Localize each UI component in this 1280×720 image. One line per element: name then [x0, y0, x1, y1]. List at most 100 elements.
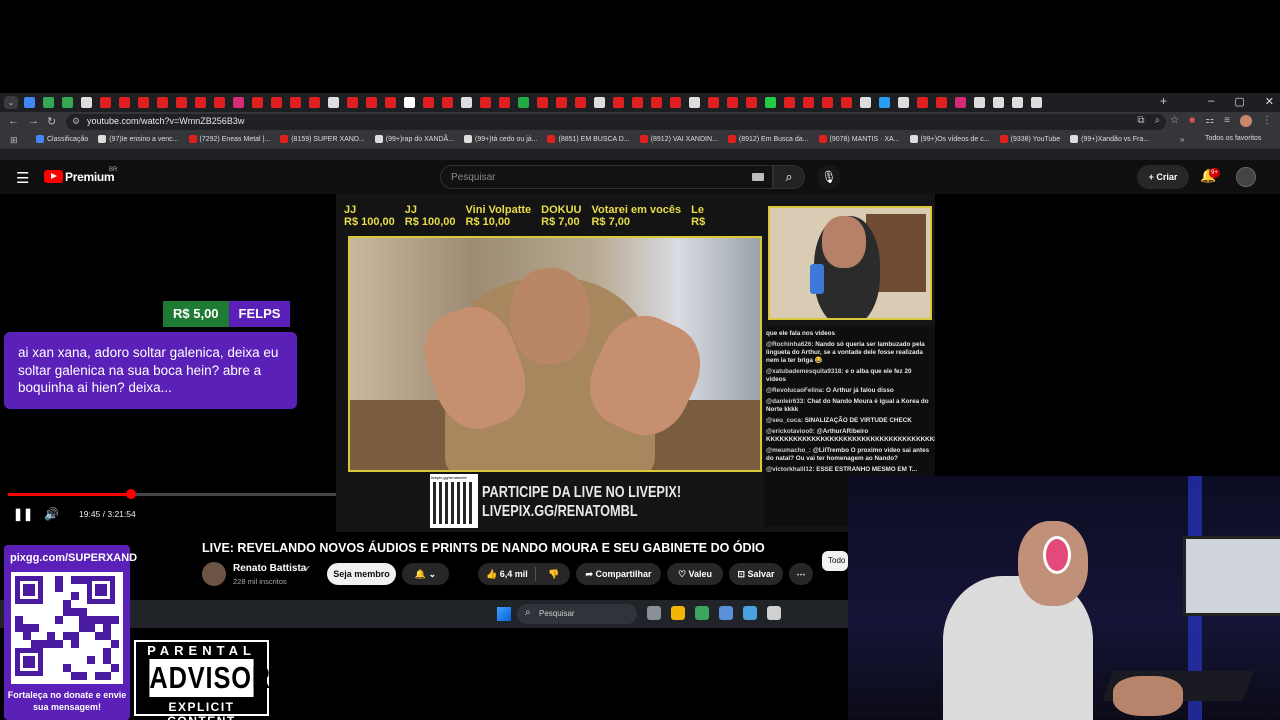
tab-favicon[interactable] [461, 97, 472, 108]
tab-favicon[interactable] [347, 97, 358, 108]
taskbar-app-icon[interactable] [743, 606, 757, 620]
tab-favicon[interactable] [803, 97, 814, 108]
share-button[interactable]: ➦ Compartilhar [576, 563, 661, 585]
youtube-logo-icon[interactable] [44, 170, 63, 183]
join-member-button[interactable]: Seja membro [327, 563, 396, 585]
tab-favicon[interactable] [252, 97, 263, 108]
livestream-video[interactable]: JJ R$ 100,00 JJ R$ 100,00 Vini Volpatte R$ 10… [336, 194, 935, 532]
voice-search-button[interactable]: 🎙 [817, 165, 841, 189]
tab-favicon[interactable] [499, 97, 510, 108]
progress-scrubber[interactable] [125, 489, 136, 499]
back-button[interactable]: ← [8, 115, 19, 127]
thanks-button[interactable]: ♡ Valeu [667, 563, 723, 585]
tab-favicon[interactable] [518, 97, 529, 108]
tab-favicon[interactable] [993, 97, 1004, 108]
tab-favicon[interactable] [822, 97, 833, 108]
channel-avatar[interactable] [202, 562, 226, 586]
youtube-premium-brand[interactable]: Premium [65, 170, 115, 184]
tab-favicon[interactable] [290, 97, 301, 108]
tab-favicon[interactable] [423, 97, 434, 108]
search-button[interactable]: ⌕ [773, 165, 805, 189]
tab-list[interactable] [24, 96, 1042, 109]
more-bookmarks-icon[interactable]: » [1180, 135, 1184, 144]
tab-favicon[interactable] [556, 97, 567, 108]
profile-avatar[interactable] [1240, 115, 1252, 127]
account-avatar[interactable] [1236, 167, 1256, 187]
bookmark-item[interactable]: (8912) VAI XANDIN... [639, 135, 718, 143]
tab-favicon[interactable] [632, 97, 643, 108]
tab-favicon[interactable] [43, 97, 54, 108]
bookmark-item[interactable]: (9338) YouTube [999, 135, 1060, 143]
taskbar-app-icon[interactable] [719, 606, 733, 620]
tab-favicon[interactable] [214, 97, 225, 108]
tab-favicon[interactable] [860, 97, 871, 108]
tab-favicon[interactable] [100, 97, 111, 108]
tab-favicon[interactable] [917, 97, 928, 108]
chip-todos[interactable]: Todo [822, 551, 848, 571]
tab-favicon[interactable] [879, 97, 890, 108]
volume-icon[interactable]: 🔊 [44, 507, 59, 521]
install-icon[interactable]: ⧉ [1137, 115, 1144, 127]
bookmark-item[interactable]: (99+)Os vídeos de c... [909, 135, 990, 143]
reload-button[interactable]: ↻ [47, 115, 56, 128]
bookmark-item[interactable]: (8912) Em Busca da... [727, 135, 809, 143]
tab-favicon[interactable] [328, 97, 339, 108]
tab-media-icon[interactable]: ≡ [1224, 115, 1230, 127]
bookmark-item[interactable]: (8159) SUPER XAND... [280, 135, 365, 143]
tab-favicon[interactable] [442, 97, 453, 108]
save-button[interactable]: ⊡ Salvar [729, 563, 783, 585]
search-input[interactable]: Pesquisar [440, 165, 773, 189]
tab-favicon[interactable] [366, 97, 377, 108]
tab-favicon[interactable] [62, 97, 73, 108]
extensions-puzzle-icon[interactable]: ⚏ [1205, 115, 1214, 127]
taskbar-app-icon[interactable] [767, 606, 781, 620]
tab-favicon[interactable] [480, 97, 491, 108]
tab-favicon[interactable] [404, 97, 415, 108]
tab-favicon[interactable] [575, 97, 586, 108]
apps-grid-icon[interactable]: ⊞ [10, 135, 18, 146]
maximize-button[interactable]: ▢ [1234, 95, 1244, 108]
bookmark-item[interactable]: (99+)Xandão vs Fra... [1070, 135, 1149, 143]
video-progress-bar[interactable] [8, 489, 336, 499]
tab-favicon[interactable] [594, 97, 605, 108]
tab-favicon[interactable] [24, 97, 35, 108]
tab-favicon[interactable] [81, 97, 92, 108]
forward-button[interactable]: → [28, 115, 39, 127]
tab-favicon[interactable] [157, 97, 168, 108]
new-tab-button[interactable]: + [1160, 94, 1167, 108]
tab-favicon[interactable] [936, 97, 947, 108]
bookmark-item[interactable]: (99+)tá cedo ou já... [464, 135, 537, 143]
tab-favicon[interactable] [955, 97, 966, 108]
all-favorites-folder[interactable]: Todos os favoritos [1205, 135, 1261, 142]
tab-favicon[interactable] [176, 97, 187, 108]
tab-favicon[interactable] [613, 97, 624, 108]
tab-favicon[interactable] [689, 97, 700, 108]
tab-search-button[interactable]: ⌄ [4, 96, 18, 109]
tab-favicon[interactable] [119, 97, 130, 108]
windows-start-icon[interactable] [497, 607, 511, 621]
tab-favicon[interactable] [271, 97, 282, 108]
tab-favicon[interactable] [898, 97, 909, 108]
tab-favicon[interactable] [309, 97, 320, 108]
tab-favicon[interactable] [841, 97, 852, 108]
tab-favicon[interactable] [727, 97, 738, 108]
create-button[interactable]: + Criar [1137, 165, 1189, 189]
tab-favicon[interactable] [708, 97, 719, 108]
tab-favicon[interactable] [1012, 97, 1023, 108]
bookmark-item[interactable]: (97)Ie ensino a venc... [98, 135, 179, 143]
tab-favicon[interactable] [670, 97, 681, 108]
tab-favicon[interactable] [1031, 97, 1042, 108]
taskbar-app-icon[interactable] [647, 606, 661, 620]
bookmark-item[interactable]: (9078) MANTIS · XA... [818, 135, 900, 143]
keyboard-icon[interactable] [752, 173, 764, 181]
taskbar-search[interactable]: ⌕ Pesquisar [517, 604, 637, 624]
tab-favicon[interactable] [651, 97, 662, 108]
bookmark-item[interactable]: (99+)rap do XANDÃ... [374, 135, 454, 143]
tab-favicon[interactable] [385, 97, 396, 108]
bookmark-item[interactable]: Classificação [36, 135, 88, 143]
close-window-button[interactable]: ✕ [1265, 95, 1274, 108]
subscription-bell-button[interactable]: 🔔 ⌄ [402, 563, 449, 585]
dislike-icon[interactable]: 👎 [548, 563, 559, 585]
bookmark-item[interactable]: (8851) EM BUSCA D... [547, 135, 630, 143]
pause-icon[interactable]: ❚❚ [13, 507, 33, 521]
